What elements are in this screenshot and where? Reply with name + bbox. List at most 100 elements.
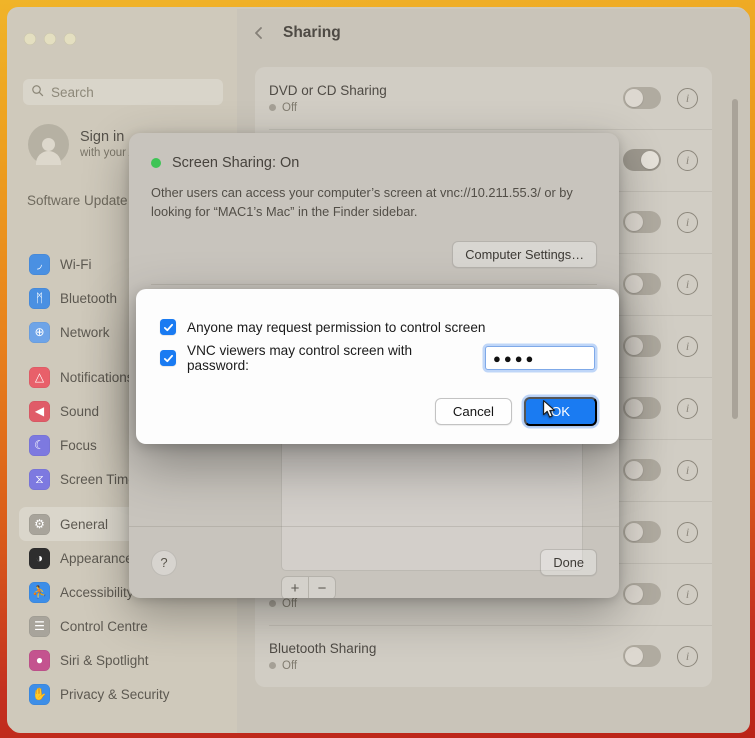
anyone-request-permission-checkbox[interactable] <box>160 319 176 335</box>
chevron-left-icon[interactable] <box>251 25 267 41</box>
sidebar-item-privacy-security[interactable]: ✋ Privacy & Security <box>19 677 229 711</box>
service-name: Bluetooth Sharing <box>269 640 377 656</box>
info-icon[interactable]: i <box>677 521 698 543</box>
sidebar-item-control-centre[interactable]: ☰ Control Centre <box>19 609 229 643</box>
info-icon[interactable]: i <box>677 459 698 481</box>
sidebar-item-label: Network <box>60 324 110 340</box>
status-text: Off <box>282 101 298 114</box>
sidebar-item-label: Siri & Spotlight <box>60 652 149 668</box>
general-icon: ⚙ <box>29 513 50 535</box>
window-traffic-lights <box>24 33 76 45</box>
screen-sharing-status-label: Screen Sharing: On <box>172 155 300 171</box>
status-dot-icon <box>269 600 276 607</box>
ok-button[interactable]: OK <box>523 397 597 426</box>
status-text: Off <box>282 659 298 672</box>
sheet-divider <box>151 284 597 286</box>
service-name: DVD or CD Sharing <box>269 82 387 98</box>
info-icon[interactable]: i <box>677 149 698 171</box>
status-dot-icon <box>269 662 276 669</box>
sidebar-item-label: Screen Time <box>60 471 136 487</box>
sidebar-item-label: Sound <box>60 403 100 419</box>
accessibility-icon: ⛹ <box>29 581 50 603</box>
sharing-service-row[interactable]: Bluetooth Sharing Off i <box>255 625 712 687</box>
sheet-body: Screen Sharing: On Other users can acces… <box>129 133 619 286</box>
search-input[interactable]: Search <box>23 79 223 105</box>
sidebar-item-label: Privacy & Security <box>60 686 170 702</box>
vnc-viewers-label: VNC viewers may control screen with pass… <box>187 343 413 373</box>
cancel-button[interactable]: Cancel <box>434 398 512 425</box>
status-dot-icon <box>269 104 276 111</box>
computer-settings-button[interactable]: Computer Settings… <box>452 241 597 269</box>
service-toggle[interactable] <box>623 397 661 419</box>
service-status: Off <box>269 102 623 114</box>
sidebar-item-label: Wi-Fi <box>60 256 92 272</box>
info-icon[interactable]: i <box>677 397 698 419</box>
sidebar-item-label: Focus <box>60 437 97 453</box>
service-toggle[interactable] <box>623 87 661 109</box>
network-icon: ⊕ <box>29 321 50 343</box>
info-icon[interactable]: i <box>677 645 698 667</box>
vnc-permissions-dialog: Anyone may request permission to control… <box>136 289 619 444</box>
account-row[interactable]: Sign in with your A <box>28 124 136 165</box>
info-icon[interactable]: i <box>677 335 698 357</box>
sound-icon: ◀ <box>29 400 50 422</box>
search-placeholder: Search <box>51 84 94 100</box>
service-toggle[interactable] <box>623 149 661 171</box>
vnc-password-row: VNC viewers may control screen with pass… <box>160 343 595 373</box>
service-toggle[interactable] <box>623 335 661 357</box>
screen-time-icon: ⧖ <box>29 468 50 490</box>
dialog-button-row: Cancel OK <box>434 397 597 426</box>
sheet-footer: ? Done <box>129 526 619 598</box>
sidebar-item-label: Accessibility <box>60 584 134 600</box>
anyone-request-permission-row: Anyone may request permission to control… <box>160 314 595 340</box>
avatar <box>28 124 69 165</box>
sharing-service-row[interactable]: DVD or CD Sharing Off i <box>255 67 712 129</box>
sidebar-item-siri-spotlight[interactable]: ● Siri & Spotlight <box>19 643 229 677</box>
sidebar-item-label: Bluetooth <box>60 290 118 306</box>
vertical-scrollbar[interactable] <box>732 99 738 419</box>
info-icon[interactable]: i <box>677 273 698 295</box>
info-icon[interactable]: i <box>677 211 698 233</box>
sidebar-item-label: General <box>60 516 109 532</box>
siri-icon: ● <box>29 649 50 671</box>
status-text: Off <box>282 597 298 610</box>
search-icon <box>31 84 44 100</box>
zoom-button[interactable] <box>64 33 76 45</box>
sidebar-item-label: Control Centre <box>60 618 148 634</box>
vnc-viewers-checkbox[interactable] <box>160 350 176 366</box>
screen-root: Search Sign in with your A Software Upda… <box>0 0 755 738</box>
screen-sharing-description: Other users can access your computer’s s… <box>151 185 573 219</box>
notifications-icon: △ <box>29 366 50 388</box>
page-title: Sharing <box>283 24 341 41</box>
screen-sharing-status: Screen Sharing: On <box>151 155 597 171</box>
bluetooth-icon: ᛗ <box>29 287 50 309</box>
info-icon[interactable]: i <box>677 87 698 109</box>
appearance-icon: ◑ <box>29 547 50 569</box>
status-dot-icon <box>151 158 161 168</box>
wifi-icon: ◞ <box>29 253 50 275</box>
close-button[interactable] <box>24 33 36 45</box>
sidebar-item-label: Notifications <box>60 369 134 385</box>
dialog-body: Anyone may request permission to control… <box>136 289 619 373</box>
password-value: ●●●● <box>493 350 537 366</box>
service-toggle[interactable] <box>623 273 661 295</box>
help-button[interactable]: ? <box>151 549 177 576</box>
service-toggle[interactable] <box>623 645 661 667</box>
anyone-request-permission-label: Anyone may request permission to control… <box>187 319 486 335</box>
pane-header: Sharing <box>237 9 750 57</box>
control-centre-icon: ☰ <box>29 615 50 637</box>
service-toggle[interactable] <box>623 211 661 233</box>
info-icon[interactable]: i <box>677 583 698 605</box>
vnc-password-input[interactable]: ●●●● <box>485 346 595 370</box>
service-status: Off <box>269 660 623 672</box>
done-button[interactable]: Done <box>540 549 597 576</box>
privacy-icon: ✋ <box>29 683 50 705</box>
service-toggle[interactable] <box>623 459 661 481</box>
minimize-button[interactable] <box>44 33 56 45</box>
focus-icon: ☾ <box>29 434 50 456</box>
service-status: Off <box>269 598 623 610</box>
service-toggle[interactable] <box>623 583 661 605</box>
account-subtitle: with your A <box>80 147 137 160</box>
account-title: Sign in <box>80 128 125 145</box>
service-toggle[interactable] <box>623 521 661 543</box>
